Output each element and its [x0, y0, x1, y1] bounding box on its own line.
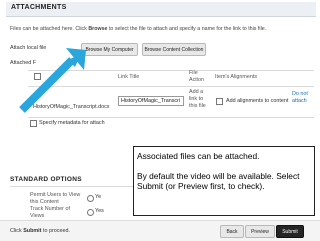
- attachments-page: ATTACHMENTS Files can be attached here. …: [0, 0, 320, 241]
- instruction-callout: Associated files can be attached. By def…: [133, 146, 315, 216]
- callout-line-1: Associated files can be attached.: [137, 151, 260, 161]
- callout-line-2: By default the video will be available. …: [137, 171, 300, 192]
